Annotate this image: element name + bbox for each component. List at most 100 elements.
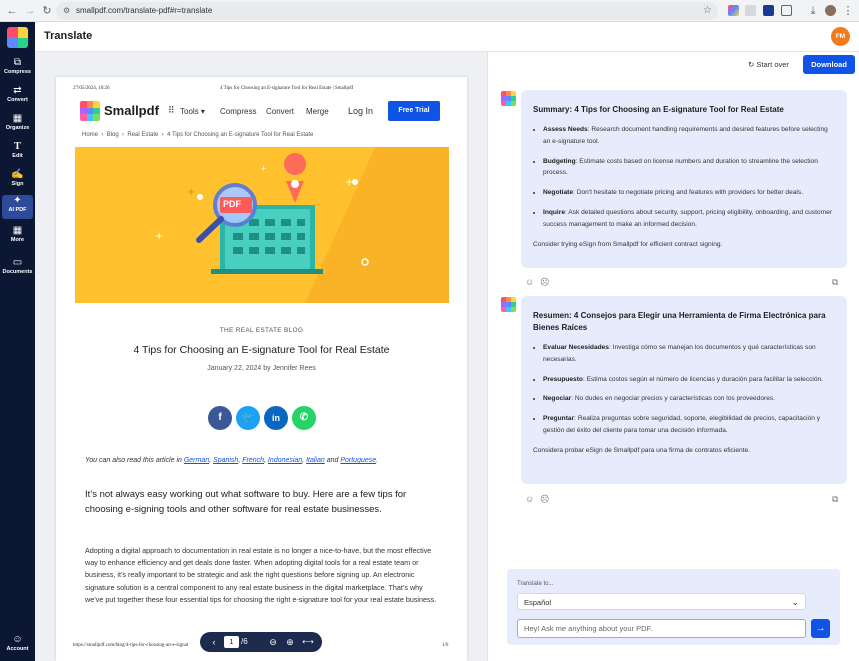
extension-icon[interactable] [763,5,774,16]
edit-icon: T [14,141,21,152]
nav-merge: Merge [306,107,329,116]
thumbs-up-icon[interactable]: ☺ [525,277,534,287]
smallpdf-logo-icon [80,101,100,121]
chevron-down-icon: ⌄ [791,597,799,607]
arrow-right-icon: → [815,623,826,634]
assistant-avatar-icon [501,91,516,106]
sidebar-item-more[interactable]: ▦ More [2,225,33,249]
translate-label: Translate to... [517,581,554,587]
page-navigator: ‹ 1 /6 ⊖ ⊕ ⟷ [200,632,322,652]
forward-icon[interactable]: → [23,4,37,18]
pdf-viewer[interactable]: 27/05/2024, 10:26 4 Tips for Choosing an… [35,52,488,661]
browser-menu-icon[interactable]: ⋮ [841,4,855,18]
zoom-out-icon[interactable]: ⊖ [267,632,279,652]
svg-text:+: + [155,231,163,242]
sidebar-item-label: Account [6,646,29,652]
summary-item: Assess Needs: Research document handling… [543,124,835,148]
fit-width-icon[interactable]: ⟷ [301,632,315,652]
hero-illustration: + + + + PDF [75,147,449,303]
sidebar-item-label: Organize [5,125,30,131]
pdf-page: 27/05/2024, 10:26 4 Tips for Choosing an… [56,77,467,661]
url-text: smallpdf.com/translate-pdf#r=translate [76,6,213,15]
sidebar-item-convert[interactable]: ⇄ Convert [2,85,33,109]
summary-item: Negociar: No dudes en negociar precios y… [543,393,835,405]
sidebar-item-account[interactable]: ☺ Account [2,634,33,658]
avatar[interactable]: FM [831,27,850,46]
send-button[interactable]: → [811,619,830,638]
page-title: Translate [44,30,93,42]
zoom-in-icon[interactable]: ⊕ [284,632,296,652]
sidebar-item-label: AI PDF [8,207,27,213]
real-estate-illustration: + + + + [75,147,449,303]
convert-icon: ⇄ [13,85,22,96]
start-over-label: Start over [756,60,789,69]
sidebar-item-label: Compress [4,69,31,75]
article-title: 4 Tips for Choosing an E-signature Tool … [133,344,390,356]
address-bar[interactable]: ⚙ smallpdf.com/translate-pdf#r=translate… [56,2,718,20]
summary-item: Evaluar Necesidades: Investiga cómo se m… [543,342,835,366]
bookmark-star-icon[interactable]: ☆ [703,2,712,20]
chat-input[interactable] [517,619,806,638]
summary-title: Resumen: 4 Consejos para Elegir una Herr… [533,311,826,332]
sidebar-item-label: Edit [12,153,23,159]
copy-icon[interactable]: ⧉ [832,277,838,288]
summary-title: Summary: 4 Tips for Choosing an E-signat… [533,105,784,114]
app-header: Translate FM [35,22,859,52]
sidebar-item-label: More [10,237,25,243]
site-info-icon[interactable]: ⚙ [63,2,70,20]
sidebar-item-documents[interactable]: ▭ Documents [2,257,33,281]
thumbs-down-icon[interactable]: ☹ [540,494,549,505]
print-title: 4 Tips for Choosing an E-signature Tool … [220,86,354,91]
organize-icon: ▦ [12,113,23,124]
back-icon[interactable]: ← [5,4,19,18]
profile-icon[interactable] [825,5,836,16]
reload-icon[interactable]: ↻ [40,4,54,18]
assistant-avatar-icon [501,297,516,312]
ai-pdf-icon: ✦ [13,195,22,206]
sidebar-item-ai-pdf[interactable]: ✦ AI PDF [2,195,33,219]
nav-tools: Tools ▾ [180,107,205,116]
start-over-button[interactable]: ↻ Start over [748,60,789,69]
sidebar-item-label: Documents [2,269,33,275]
download-button[interactable]: Download [803,55,855,74]
breadcrumb: Home › Blog › Real Estate › 4 Tips for C… [82,132,314,138]
restart-icon: ↻ [748,60,755,69]
nav-convert: Convert [266,107,295,116]
thumbs-down-icon[interactable]: ☹ [540,277,549,288]
sidebar-item-organize[interactable]: ▦ Organize [2,113,33,137]
site-name: Smallpdf [104,103,159,118]
article-date: January 22, 2024 by Jennifer Rees [207,365,316,372]
svg-text:+: + [187,187,195,198]
language-select[interactable]: Español ⌄ [517,593,806,610]
sidebar-item-sign[interactable]: ✍ Sign [2,169,33,193]
page-number-input[interactable]: 1 [224,636,239,648]
extension-icon[interactable] [728,5,739,16]
download-tray-icon[interactable]: ⤓ [806,4,820,18]
linkedin-icon: in [264,406,288,430]
sidebar-item-label: Convert [7,97,28,103]
summary-item: Budgeting: Estimate costs based on licen… [543,156,835,180]
footer-url: https://smallpdf.com/blog/4-tips-for-cho… [73,643,189,648]
nav-compress: Compress [220,107,257,116]
sidebar-item-compress[interactable]: ⧉ Compress [2,57,33,81]
free-trial-button: Free Trial [388,101,440,121]
print-date: 27/05/2024, 10:26 [73,86,110,91]
extensions-puzzle-icon[interactable] [781,5,792,16]
prev-page-icon[interactable]: ‹ [208,632,220,652]
summary-closing: Considera probar eSign de Smallpdf para … [533,446,750,454]
browser-toolbar: ← → ↻ ⚙ smallpdf.com/translate-pdf#r=tra… [0,0,859,22]
thumbs-up-icon[interactable]: ☺ [525,494,534,504]
copy-icon[interactable]: ⧉ [832,494,838,505]
extension-icon[interactable] [745,5,756,16]
more-icon: ▦ [12,225,23,236]
summary-item: Inquire: Ask detailed questions about se… [543,207,835,231]
svg-text:+: + [345,177,353,188]
translate-controls: Translate to... Español ⌄ → [507,569,840,645]
hero-badge: PDF [223,199,241,209]
sidebar-item-edit[interactable]: T Edit [2,141,33,165]
article-body: Adopting a digital approach to documenta… [85,546,437,604]
smallpdf-logo-icon[interactable] [7,27,28,48]
page-total: /6 [241,637,248,646]
documents-icon: ▭ [12,257,23,268]
app-sidebar: ⧉ Compress ⇄ Convert ▦ Organize T Edit ✍… [0,22,35,661]
